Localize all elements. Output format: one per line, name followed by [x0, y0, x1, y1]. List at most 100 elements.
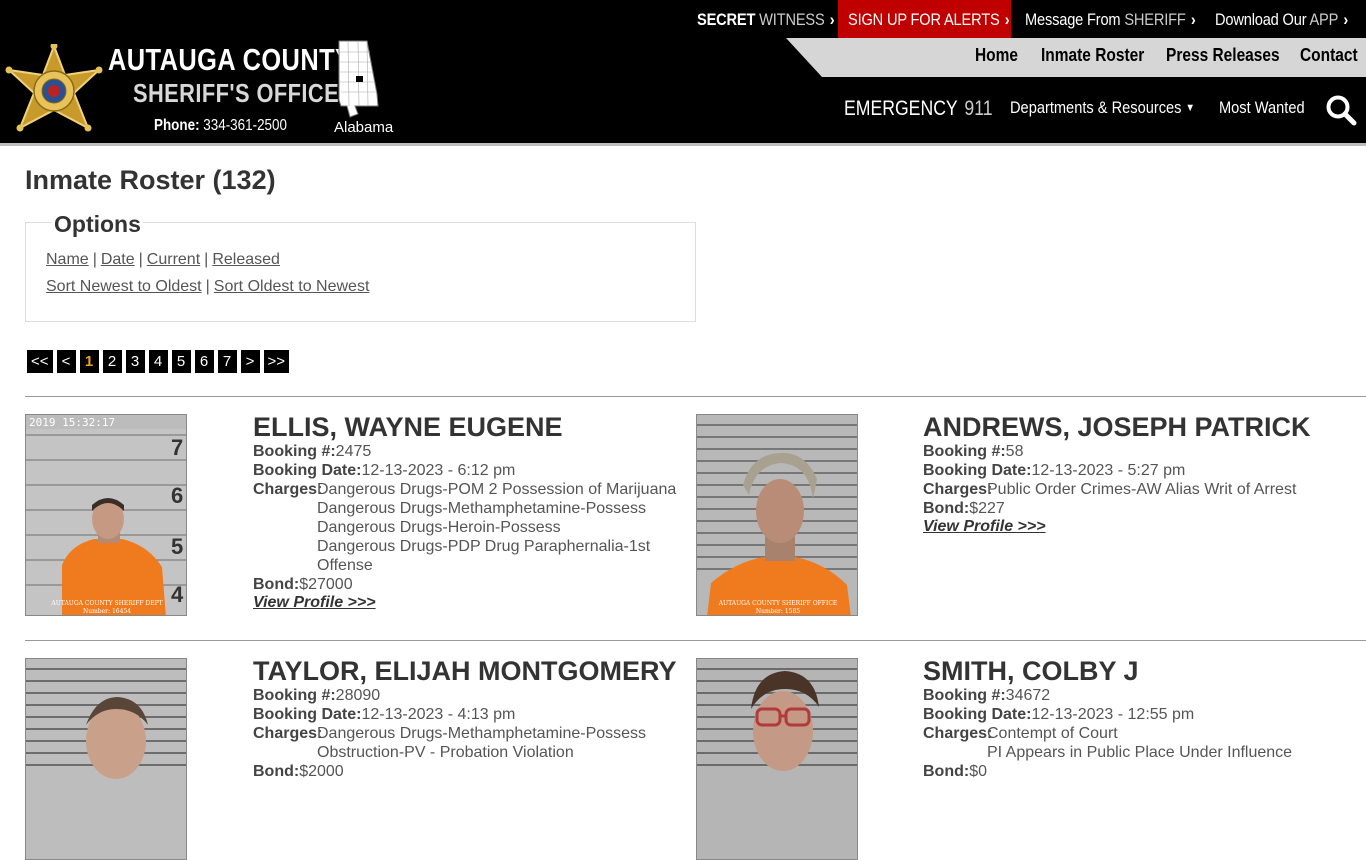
charges-list: Dangerous Drugs-Methamphetamine-Possess … — [317, 724, 683, 762]
booking-number: Booking #:34672 — [923, 686, 1050, 705]
sheriff-badge-icon[interactable] — [4, 44, 104, 138]
download-app-link[interactable]: Download Our APP › — [1215, 0, 1348, 38]
charges-list: Public Order Crimes-AW Alias Writ of Arr… — [987, 480, 1353, 499]
booking-date-value: 12-13-2023 - 4:13 pm — [361, 706, 516, 723]
page-button[interactable]: 7 — [217, 350, 237, 373]
booking-date-label: Booking Date: — [253, 706, 362, 723]
charges: Charges: Public Order Crimes-AW Alias Wr… — [923, 480, 1353, 499]
booking-date-value: 12-13-2023 - 5:27 pm — [1031, 462, 1186, 479]
filter-date-link[interactable]: Date — [101, 251, 135, 268]
message-label-a: Message From — [1025, 10, 1121, 29]
inmate-name[interactable]: TAYLOR, ELIJAH MONTGOMERY — [253, 656, 677, 687]
page-last-button[interactable]: >> — [263, 350, 290, 373]
sort-newest-link[interactable]: Sort Newest to Oldest — [46, 278, 202, 295]
page-button[interactable]: 3 — [125, 350, 145, 373]
filter-links: Name | Date | Current | Released — [46, 251, 280, 269]
org-name-line2: SHERIFF'S OFFICE — [133, 78, 340, 108]
filter-released-link[interactable]: Released — [212, 251, 280, 268]
booking-number-value: 34672 — [1005, 687, 1051, 704]
inmate-name[interactable]: SMITH, COLBY J — [923, 656, 1139, 687]
booking-date-label: Booking Date: — [923, 706, 1032, 723]
state-label: Alabama — [334, 119, 394, 136]
secret-witness-link[interactable]: SECRET WITNESS › — [697, 0, 835, 38]
page-button-current[interactable]: 1 — [79, 350, 99, 373]
sign-up-alerts-link[interactable]: SIGN UP FOR ALERTS › — [848, 0, 1010, 38]
bond-label: Bond: — [253, 576, 300, 593]
nav-contact[interactable]: Contact — [1300, 45, 1358, 66]
bond-value: $2000 — [299, 763, 344, 780]
bond-label: Bond: — [923, 500, 970, 517]
secret-witness-label-b: WITNESS — [759, 10, 825, 29]
page-title: Inmate Roster (132) — [25, 165, 276, 195]
charges-list: Contempt of Court PI Appears in Public P… — [987, 724, 1353, 762]
alabama-map-icon[interactable] — [333, 40, 383, 118]
charges-label: Charges: — [923, 725, 993, 742]
charges: Charges: Dangerous Drugs-POM 2 Possessio… — [253, 480, 683, 575]
page-button[interactable]: 5 — [171, 350, 191, 373]
booking-number-value: 58 — [1005, 443, 1024, 460]
filter-name-link[interactable]: Name — [46, 251, 89, 268]
charge-item: PI Appears in Public Place Under Influen… — [987, 744, 1293, 761]
inmate-name[interactable]: ELLIS, WAYNE EUGENE — [253, 412, 563, 443]
emergency-number: EMERGENCY 911 — [844, 97, 993, 121]
filter-current-link[interactable]: Current — [147, 251, 200, 268]
inmate-photo[interactable]: AUTAUGA COUNTY SHERIFF OFFICE Number: 15… — [696, 414, 858, 616]
bond-label: Bond: — [253, 763, 300, 780]
page-first-button[interactable]: << — [27, 350, 53, 373]
charge-item: Dangerous Drugs-Methamphetamine-Possess — [317, 725, 647, 742]
inmate-photo[interactable] — [25, 658, 187, 860]
bond-value: $0 — [969, 763, 987, 780]
charge-item: Contempt of Court — [987, 725, 1118, 742]
view-profile-link[interactable]: View Profile >>> — [923, 518, 1046, 536]
charges: Charges: Contempt of Court PI Appears in… — [923, 724, 1353, 762]
separator: | — [138, 251, 143, 268]
nav-press-releases[interactable]: Press Releases — [1166, 45, 1280, 66]
page-button[interactable]: 4 — [148, 350, 168, 373]
search-icon[interactable] — [1325, 94, 1357, 126]
inmate-photo[interactable] — [696, 658, 858, 860]
chevron-right-icon: › — [1190, 10, 1196, 29]
divider — [25, 396, 1366, 397]
charge-item: Obstruction-PV - Probation Violation — [317, 744, 574, 761]
booking-number-label: Booking #: — [253, 443, 336, 460]
nav-departments-dropdown[interactable]: Departments & Resources ▼ — [1010, 98, 1195, 118]
booking-number-label: Booking #: — [253, 687, 336, 704]
alerts-label: SIGN UP FOR ALERTS — [848, 10, 1000, 29]
booking-date-value: 12-13-2023 - 6:12 pm — [361, 462, 516, 479]
height-mark: 7 — [171, 435, 183, 460]
height-mark: 4 — [171, 582, 184, 607]
booking-number-label: Booking #: — [923, 687, 1006, 704]
chevron-down-icon: ▼ — [1185, 102, 1195, 114]
inmate-name[interactable]: ANDREWS, JOSEPH PATRICK — [923, 412, 1311, 443]
chevron-right-icon: › — [1004, 10, 1010, 29]
booking-date: Booking Date:12-13-2023 - 6:12 pm — [253, 461, 515, 480]
photo-caption: AUTAUGA COUNTY SHERIFF DEPT — [50, 600, 162, 607]
page-button[interactable]: 6 — [194, 350, 214, 373]
bond: Bond:$2000 — [253, 762, 344, 781]
booking-date: Booking Date:12-13-2023 - 5:27 pm — [923, 461, 1185, 480]
page-prev-button[interactable]: < — [56, 350, 76, 373]
bond: Bond:$0 — [923, 762, 987, 781]
sort-oldest-link[interactable]: Sort Oldest to Newest — [214, 278, 370, 295]
booking-number: Booking #:58 — [923, 442, 1023, 461]
header-phone: Phone: 334-361-2500 — [154, 117, 287, 135]
booking-date-value: 12-13-2023 - 12:55 pm — [1031, 706, 1195, 723]
view-profile-link[interactable]: View Profile >>> — [253, 594, 376, 612]
separator: | — [204, 251, 209, 268]
bond-value: $227 — [969, 500, 1005, 517]
emergency-digits: 911 — [964, 97, 993, 120]
page-button[interactable]: 2 — [102, 350, 122, 373]
org-name-line1: AUTAUGA COUNTY — [108, 42, 353, 77]
inmate-photo[interactable]: 2019 15:32:17 7 6 5 4 AUTAUGA COUNTY SHE… — [25, 414, 187, 616]
nav-inmate-roster[interactable]: Inmate Roster — [1041, 45, 1144, 66]
nav-most-wanted[interactable]: Most Wanted — [1219, 98, 1305, 118]
bond: Bond:$27000 — [253, 575, 353, 594]
nav-home[interactable]: Home — [975, 45, 1018, 66]
booking-number: Booking #:28090 — [253, 686, 380, 705]
sort-links: Sort Newest to Oldest | Sort Oldest to New… — [46, 278, 369, 296]
message-from-sheriff-link[interactable]: Message From SHERIFF › — [1025, 0, 1196, 38]
page-next-button[interactable]: > — [240, 350, 260, 373]
phone-number: 334-361-2500 — [203, 117, 287, 134]
booking-number-value: 28090 — [335, 687, 381, 704]
photo-timestamp: 2019 15:32:17 — [29, 416, 115, 429]
